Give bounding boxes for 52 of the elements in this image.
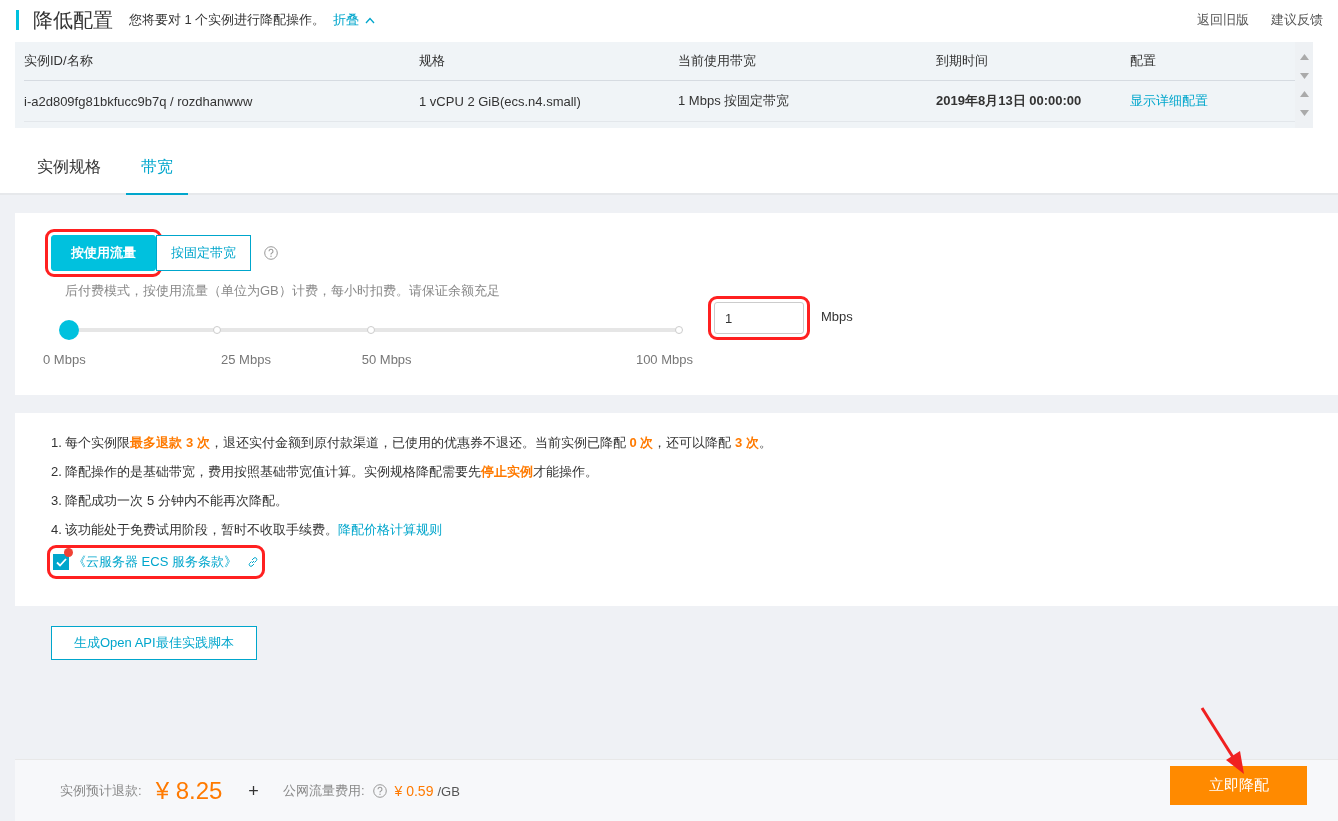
scroll-up-icon — [1299, 91, 1309, 98]
note-text: 1. 每个实例限最多退款 3 次，退还实付金额到原付款渠道，已使用的优惠券不退还。当前实例已降配 0 次，还可以降配 3 次。 — [51, 435, 772, 450]
table-cell-text: 1 Mbps 按固定带宽 — [678, 92, 791, 110]
traffic-fee-label: 公网流量费用: — [282, 782, 365, 800]
tick-label: 50 Mbps — [361, 352, 412, 367]
column-header: 规格 — [419, 52, 446, 70]
traffic-price: ¥ 0.59 — [394, 783, 434, 799]
column-header: 到期时间 — [936, 52, 989, 70]
billing-hint: 后付费模式，按使用流量（单位为GB）计费，每小时扣费。请保证余额充足 — [65, 282, 501, 300]
link-icon — [246, 556, 259, 568]
note-text: 2. 降配操作的是基础带宽，费用按照基础带宽值计算。实例规格降配需要先停止实例才能操作。 — [51, 464, 599, 479]
submit-button[interactable]: 立即降配 — [1170, 765, 1307, 805]
chevron-up-icon — [365, 16, 376, 24]
price-unit: /GB — [437, 783, 460, 799]
plus-sign: + — [248, 780, 259, 802]
agreement-checkbox[interactable] — [53, 554, 69, 570]
unit-label: Mbps — [821, 308, 853, 324]
table-cell-text: i-a2d809fg81bkfucc9b7q / rozdhanwww — [24, 93, 254, 109]
column-header: 配置 — [1130, 52, 1157, 70]
collapse-link[interactable]: 折叠 — [333, 11, 376, 29]
note-text: 4. 该功能处于免费试用阶段，暂时不收取手续费。 — [51, 522, 339, 537]
tick-label: 100 Mbps — [635, 352, 693, 367]
help-icon[interactable] — [372, 784, 387, 798]
tick-label: 25 Mbps — [221, 352, 271, 367]
column-header: 实例ID/名称 — [24, 52, 94, 70]
note-text: 3. 降配成功一次 5 分钟内不能再次降配。 — [51, 493, 288, 508]
scroll-down-icon — [1299, 72, 1309, 79]
scroll-down-icon — [1299, 109, 1309, 116]
table-cell-text: 1 vCPU 2 GiB(ecs.n4.small) — [419, 93, 582, 109]
billing-option[interactable]: 按固定带宽 — [156, 235, 251, 271]
slider-thumb[interactable] — [59, 320, 80, 340]
page-subtitle: 您将要对 1 个实例进行降配操作。 — [129, 11, 326, 29]
tab[interactable]: 实例规格 — [22, 150, 116, 195]
tick-label: 0 Mbps — [43, 352, 86, 367]
pricing-rule-link[interactable]: 降配价格计算规则 — [338, 522, 443, 537]
refund-label: 实例预计退款: — [60, 782, 142, 800]
column-header: 当前使用带宽 — [678, 52, 757, 70]
help-icon[interactable] — [264, 246, 278, 260]
page-title: 降低配置 — [33, 7, 113, 33]
header-link[interactable]: 建议反馈 — [1271, 11, 1323, 29]
tick-mark — [675, 326, 683, 334]
table-cell-text: 2019年8月13日 00:00:00 — [936, 92, 1083, 110]
tick-mark — [213, 326, 221, 334]
notification-dot-icon — [64, 548, 73, 557]
refund-amount: ¥ 8.25 — [155, 777, 223, 805]
tab[interactable]: 带宽 — [126, 150, 188, 195]
detail-config-link[interactable]: 显示详细配置 — [1130, 93, 1208, 108]
header-link[interactable]: 返回旧版 — [1197, 11, 1249, 29]
generate-api-script-button[interactable]: 生成Open API最佳实践脚本 — [51, 626, 257, 660]
tick-mark — [367, 326, 375, 334]
scroll-up-icon — [1299, 54, 1309, 61]
terms-link[interactable]: 《云服务器 ECS 服务条款》 — [73, 553, 237, 571]
